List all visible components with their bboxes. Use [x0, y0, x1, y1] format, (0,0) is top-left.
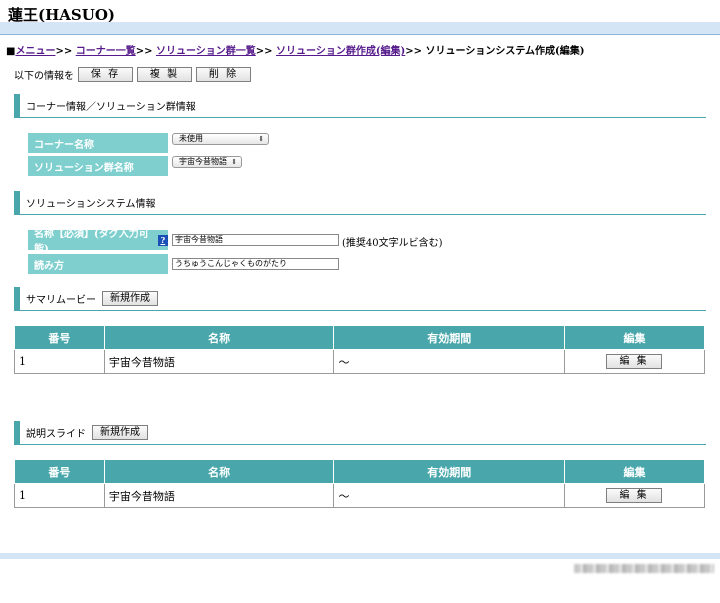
breadcrumb-separator: >> — [255, 46, 273, 57]
help-icon[interactable]: ? — [157, 234, 168, 246]
system-section-title: ソリューションシステム情報 — [26, 199, 156, 210]
header-divider — [0, 34, 720, 35]
summary-movie-title: サマリムービー — [26, 295, 96, 306]
column-header-edit: 編集 — [564, 325, 705, 350]
action-row: 以下の情報を 保 存 複 製 削 除 — [14, 66, 251, 82]
row-name: 宇宙今昔物語 — [103, 483, 335, 508]
system-section-header: ソリューションシステム情報 — [14, 191, 706, 215]
slides-title: 説明スライド — [26, 429, 86, 440]
slides-table: 番号 名称 有効期間 編集 1 宇宙今昔物語 〜 編 集 — [14, 459, 705, 508]
action-prompt: 以下の情報を — [14, 70, 74, 82]
edit-button[interactable]: 編 集 — [606, 488, 663, 503]
name-label-text: 名称【必須】(タグ入力可能) — [34, 229, 149, 255]
row-edit-cell: 編 集 — [564, 349, 705, 374]
summary-movie-table: 番号 名称 有効期間 編集 1 宇宙今昔物語 〜 編 集 — [14, 325, 705, 374]
copy-button[interactable]: 複 製 — [137, 66, 192, 82]
corner-name-value: 未使用 — [179, 134, 203, 143]
corner-name-label: コーナー名称 — [28, 133, 168, 153]
corner-section-header: コーナー情報／ソリューション群情報 — [14, 94, 706, 118]
group-name-value: 宇宙今昔物語 — [179, 157, 227, 166]
edit-button[interactable]: 編 集 — [606, 354, 663, 369]
header-band — [0, 22, 720, 34]
summary-movie-header: サマリムービー 新規作成 — [14, 287, 706, 311]
breadcrumb-link-corner-list[interactable]: コーナー一覧 — [76, 46, 136, 57]
breadcrumb-separator: >> — [135, 46, 153, 57]
breadcrumb-link-group-list[interactable]: ソリューション群一覧 — [156, 46, 256, 57]
column-header-period: 有効期間 — [333, 459, 566, 484]
select-arrows-icon: ⇕ — [231, 158, 237, 166]
group-name-label: ソリューション群名称 — [28, 156, 168, 176]
corner-name-select[interactable]: 未使用 ⇕ — [172, 133, 269, 145]
column-header-name: 名称 — [103, 459, 335, 484]
table-row: 1 宇宙今昔物語 〜 編 集 — [14, 483, 705, 508]
breadcrumb: ■メニュー>> コーナー一覧>> ソリューション群一覧>> ソリューション群作成… — [6, 42, 585, 57]
name-hint: (推奨40文字ルビ含む) — [342, 238, 443, 249]
name-input[interactable]: 宇宙今昔物語 — [172, 234, 339, 246]
column-header-name: 名称 — [103, 325, 335, 350]
save-button[interactable]: 保 存 — [78, 66, 133, 82]
summary-new-button[interactable]: 新規作成 — [102, 291, 158, 306]
slides-header: 説明スライド 新規作成 — [14, 421, 706, 445]
slides-new-button[interactable]: 新規作成 — [92, 425, 148, 440]
select-arrows-icon: ⇕ — [258, 135, 264, 143]
row-number: 1 — [14, 349, 105, 374]
reading-label: 読み方 — [28, 254, 168, 274]
name-label: 名称【必須】(タグ入力可能) ? — [28, 229, 168, 255]
table-header-row: 番号 名称 有効期間 編集 — [14, 459, 705, 484]
row-edit-cell: 編 集 — [564, 483, 705, 508]
row-name: 宇宙今昔物語 — [103, 349, 335, 374]
breadcrumb-separator: >> — [55, 46, 73, 57]
column-header-number: 番号 — [14, 459, 105, 484]
footer-redacted-text — [574, 564, 714, 573]
group-name-select[interactable]: 宇宙今昔物語 ⇕ — [172, 156, 242, 168]
column-header-number: 番号 — [14, 325, 105, 350]
delete-button[interactable]: 削 除 — [196, 66, 251, 82]
footer-band — [0, 553, 720, 559]
reading-input[interactable]: うちゅうこんじゃくものがたり — [172, 258, 339, 270]
column-header-edit: 編集 — [564, 459, 705, 484]
corner-section-title: コーナー情報／ソリューション群情報 — [26, 102, 196, 113]
breadcrumb-link-group-edit[interactable]: ソリューション群作成(編集) — [276, 46, 405, 57]
row-period: 〜 — [333, 483, 566, 508]
breadcrumb-current: ソリューションシステム作成(編集) — [425, 46, 585, 57]
table-row: 1 宇宙今昔物語 〜 編 集 — [14, 349, 705, 374]
column-header-period: 有効期間 — [333, 325, 566, 350]
breadcrumb-separator: >> — [405, 46, 423, 57]
table-header-row: 番号 名称 有効期間 編集 — [14, 325, 705, 350]
row-period: 〜 — [333, 349, 566, 374]
breadcrumb-link-menu[interactable]: メニュー — [15, 46, 55, 57]
row-number: 1 — [14, 483, 105, 508]
